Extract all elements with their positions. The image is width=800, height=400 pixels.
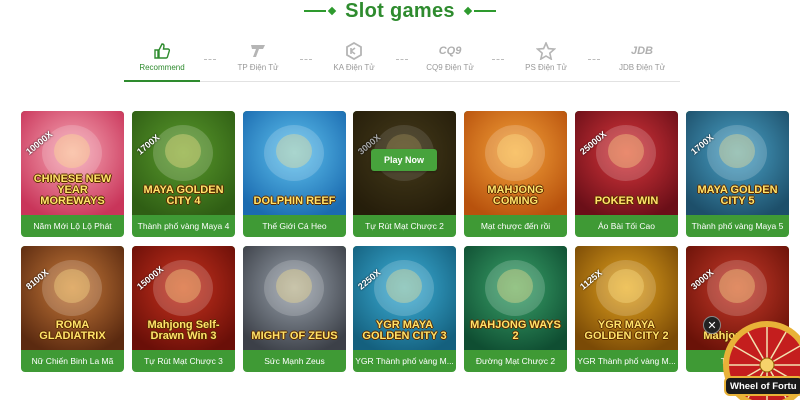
tab-recommend[interactable]: Recommend [124, 40, 200, 82]
game-thumbnail[interactable]: 15000X Mahjong Self-Drawn Win 3 [132, 246, 235, 350]
game-card[interactable]: 1125X YGR MAYA GOLDEN CITY 2 YGR Thành phố… [575, 246, 678, 372]
tab-jdb[interactable]: JDB JDB Điện Tử [604, 40, 680, 81]
tab-separator [296, 51, 316, 81]
tab-separator [200, 51, 220, 81]
jdb-logo-icon: JDB [631, 45, 654, 57]
tab-label: TP Điện Tử [237, 63, 279, 72]
cq9-logo-icon: CQ9 [438, 45, 462, 57]
game-logo-text: MAHJONG WAYS 2 [470, 319, 561, 342]
game-card[interactable]: DOLPHIN REEF Thế Giới Cá Heo [243, 111, 346, 237]
game-thumbnail[interactable]: MAHJONG WAYS 2 [464, 246, 567, 350]
tab-separator [488, 51, 508, 81]
game-name: Nữ Chiến Binh La Mã [31, 356, 114, 366]
game-logo-text: MAYA GOLDEN CITY 4 [143, 184, 224, 207]
game-card[interactable]: 8100X ROMA GLADIATRIX Nữ Chiến Binh La Mã [21, 246, 124, 372]
tab-label: Recommend [139, 63, 185, 72]
game-thumbnail[interactable]: DOLPHIN REEF [243, 111, 346, 215]
ka-logo-icon [343, 42, 365, 60]
game-name: Áo Bài Tối Cao [597, 221, 655, 231]
provider-tabs: Recommend TP Điện Tử KA Điện Tử CQ9 CQ9 Điện… [124, 40, 680, 82]
game-logo-text: YGR MAYA GOLDEN CITY 2 [584, 319, 669, 342]
game-thumbnail[interactable]: 10000X CHINESE NEW YEAR MOREWAYS [21, 111, 124, 215]
game-thumbnail[interactable]: 1125X YGR MAYA GOLDEN CITY 2 [575, 246, 678, 350]
game-name: YGR Thành phố vàng M... [355, 356, 454, 366]
game-thumbnail[interactable]: 2250X YGR MAYA GOLDEN CITY 3 [353, 246, 456, 350]
game-logo-text: Mahjong Self-Drawn Win 3 [147, 319, 220, 342]
game-name: Thành phố vàng Maya 4 [137, 221, 230, 231]
game-thumbnail[interactable]: MAHJONG COMING [464, 111, 567, 215]
tab-label: KA Điện Tử [333, 63, 375, 72]
game-name: Đường Mạt Chược 2 [475, 356, 556, 366]
game-card[interactable]: 1700X MAYA GOLDEN CITY 4 Thành phố vàng Ma… [132, 111, 235, 237]
header-decoration-right [463, 6, 496, 16]
game-logo-text: MAHJONG COMING [487, 184, 544, 207]
game-card[interactable]: 1700X MAYA GOLDEN CITY 5 Thành phố vàng Ma… [686, 111, 789, 237]
tab-cq9[interactable]: CQ9 CQ9 Điện Tử [412, 40, 488, 81]
game-card[interactable]: 2250X YGR MAYA GOLDEN CITY 3 YGR Thành phố… [353, 246, 456, 372]
game-thumbnail[interactable]: 1700X MAYA GOLDEN CITY 4 [132, 111, 235, 215]
game-name: Năm Mới Lộ Lộ Phát [33, 221, 112, 231]
game-thumbnail[interactable]: MIGHT OF ZEUS [243, 246, 346, 350]
tab-label: JDB Điện Tử [618, 63, 666, 72]
game-thumbnail[interactable]: 8100X ROMA GLADIATRIX [21, 246, 124, 350]
game-name: Sức Mạnh Zeus [264, 356, 325, 366]
tab-label: CQ9 Điện Tử [426, 63, 474, 72]
close-icon[interactable]: ✕ [703, 316, 721, 334]
game-logo-text: DOLPHIN REEF [253, 195, 336, 207]
section-title: Slot games [345, 0, 455, 22]
tab-ka[interactable]: KA Điện Tử [316, 40, 392, 81]
wheel-of-fortune-label[interactable]: Wheel of Fortu [724, 376, 800, 396]
tp-logo-icon [247, 42, 269, 60]
ps-star-icon [535, 42, 557, 60]
game-name: Tự Rút Mạt Chược 3 [144, 356, 223, 366]
game-logo-text: POKER WIN [594, 195, 659, 207]
game-card[interactable]: 25000X POKER WIN Áo Bài Tối Cao [575, 111, 678, 237]
tab-label: PS Điện Tử [525, 63, 567, 72]
game-logo-text: ROMA GLADIATRIX [39, 319, 106, 342]
game-card[interactable]: 10000X CHINESE NEW YEAR MOREWAYS Năm Mới L… [21, 111, 124, 237]
game-name: Thế Giới Cá Heo [262, 221, 327, 231]
game-card[interactable]: MAHJONG COMING Mạt chược đến rồi [464, 111, 567, 237]
game-logo-text: MIGHT OF ZEUS [251, 330, 338, 342]
game-logo-text: CHINESE NEW YEAR MOREWAYS [33, 173, 112, 207]
game-name: YGR Thành phố vàng M... [577, 356, 676, 366]
game-card[interactable]: MAHJONG WAYS 2 Đường Mạt Chược 2 [464, 246, 567, 372]
game-thumbnail[interactable]: 1700X MAYA GOLDEN CITY 5 [686, 111, 789, 215]
header-decoration-left [304, 6, 337, 16]
game-name: Thành phố vàng Maya 5 [691, 221, 784, 231]
game-thumbnail[interactable]: 3000X Play Now [353, 111, 456, 215]
game-logo-text: YGR MAYA GOLDEN CITY 3 [362, 319, 447, 342]
game-logo-text: MAYA GOLDEN CITY 5 [697, 184, 778, 207]
tab-ps[interactable]: PS Điện Tử [508, 40, 584, 81]
tab-separator [392, 51, 412, 81]
tab-tp[interactable]: TP Điện Tử [220, 40, 296, 81]
section-header: Slot games [0, 0, 800, 22]
game-card[interactable]: 15000X Mahjong Self-Drawn Win 3 Tự Rút Mạt… [132, 246, 235, 372]
tab-separator [584, 51, 604, 81]
game-card[interactable]: MIGHT OF ZEUS Sức Mạnh Zeus [243, 246, 346, 372]
thumbs-up-icon [151, 42, 173, 60]
play-now-button[interactable]: Play Now [371, 149, 437, 171]
game-thumbnail[interactable]: 25000X POKER WIN [575, 111, 678, 215]
game-card[interactable]: 3000X Play Now Tự Rút Mạt Chược 2 [353, 111, 456, 237]
game-name: Tự Rút Mạt Chược 2 [365, 221, 444, 231]
game-name: Mạt chược đến rồi [480, 221, 551, 231]
